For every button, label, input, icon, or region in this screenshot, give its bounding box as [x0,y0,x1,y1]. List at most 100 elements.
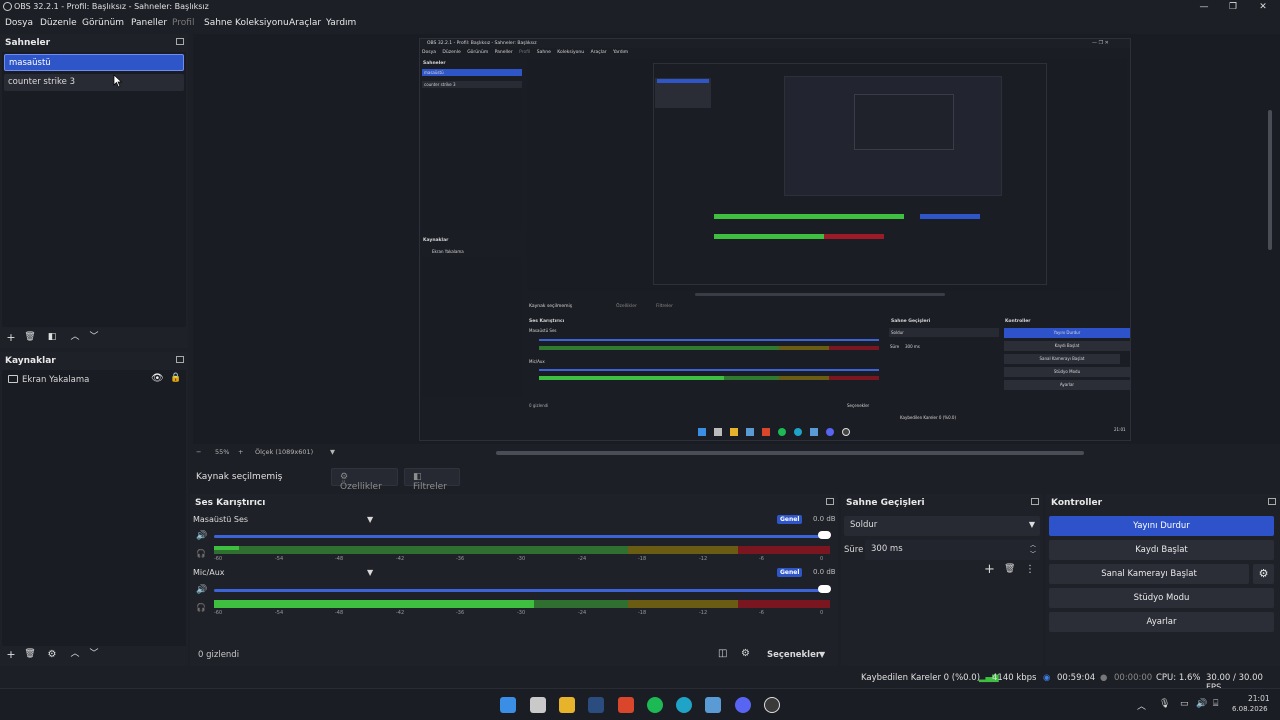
remove-transition-icon[interactable]: 🗑 [1004,564,1015,574]
start-recording-button[interactable]: Kaydı Başlat [1049,540,1274,560]
volume-slider[interactable] [214,589,826,592]
transition-menu-icon[interactable]: ⋮ [1025,564,1035,575]
volume-icon[interactable]: 🔊 [1196,699,1207,709]
menu-profile[interactable]: Profil [172,18,194,28]
settings-button[interactable]: Ayarlar [1049,612,1274,632]
windows-start-icon[interactable] [500,697,516,713]
chevron-down-icon[interactable]: ▼ [367,515,373,524]
network-icon[interactable]: ⌸ [1213,699,1218,709]
float-dock-icon[interactable] [1268,498,1276,505]
scale-mode-select[interactable]: Ölçek (1089x601) [255,448,313,456]
float-dock-icon[interactable] [826,498,834,505]
chevron-down-icon[interactable]: ▼ [330,448,335,456]
capture-control: Stüdyo Modu [1004,367,1130,377]
menu-bar: Dosya Düzenle Görünüm Paneller Profil Sa… [0,15,1280,32]
add-transition-icon[interactable]: + [984,562,995,577]
remove-scene-icon[interactable]: 🗑 [23,331,37,345]
speaker-icon[interactable]: 🔊 [196,585,207,595]
source-item-ekran-yakalama[interactable]: Ekran Yakalama 👁 🔒 [4,372,184,388]
properties-button[interactable]: ⚙ Özellikler [331,468,398,492]
float-dock-icon[interactable] [176,38,184,45]
file-explorer-icon[interactable] [559,697,575,713]
float-dock-icon[interactable] [1031,498,1039,505]
menu-view[interactable]: Görünüm [82,18,124,28]
stop-streaming-button[interactable]: Yayını Durdur [1049,516,1274,536]
spin-up-icon[interactable]: ︿ [1030,540,1036,549]
float-dock-icon[interactable] [176,356,184,363]
start-virtual-camera-button[interactable]: Sanal Kamerayı Başlat [1049,564,1249,584]
zoom-out-icon[interactable]: − [196,448,201,456]
menu-help[interactable]: Yardım [326,18,356,28]
spotify-icon[interactable] [647,697,663,713]
add-scene-icon[interactable]: + [4,331,18,345]
mixer-title: Ses Karıştırıcı [195,498,266,508]
meter-yellow-zone [628,600,738,608]
menu-scene-collection[interactable]: Sahne Koleksiyonu [204,18,289,28]
scenes-dock: Sahneler masaüstü counter strike 3 + 🗑 ◧… [0,34,188,348]
record-time: 00:00:00 [1114,673,1153,683]
duration-label: Süre [844,545,864,555]
brave-browser-icon[interactable] [618,697,634,713]
task-view-icon[interactable] [530,697,546,713]
capture-no-source: Kaynak seçilmemiş [529,304,573,309]
duration-spinbox[interactable]: 300 ms ︿ ﹀ [865,540,1040,560]
clock-time[interactable]: 21:01 [1248,694,1270,703]
menu-file[interactable]: Dosya [5,18,33,28]
capture-window-controls-icon: — ❐ ✕ [1092,40,1109,46]
microphone-icon[interactable]: 🎙 [1159,699,1170,709]
transitions-title: Sahne Geçişleri [846,498,925,508]
move-scene-down-icon[interactable]: ﹀ [87,331,101,345]
sources-dock: Kaynaklar Ekran Yakalama 👁 🔒 + 🗑 ⚙ ︿ ﹀ [0,352,188,666]
menu-edit[interactable]: Düzenle [40,18,77,28]
discord-icon[interactable] [735,697,751,713]
properties-label: Özellikler [340,482,382,492]
filters-button[interactable]: ◧ Filtreler [404,468,460,492]
meter-tick-label: -36 [456,556,465,562]
volume-slider-handle[interactable] [818,531,831,539]
preview-horizontal-scrollbar[interactable] [496,451,1084,455]
options-button[interactable]: Seçenekler [767,650,820,660]
track-badge: Genel [777,515,803,524]
advanced-audio-icon[interactable]: ⚙ [741,648,750,659]
capture-track-1: Masaüstü Ses [529,328,557,333]
maximize-icon[interactable]: ❐ [1218,0,1248,15]
move-scene-up-icon[interactable]: ︿ [68,331,82,345]
obs-studio-icon[interactable] [764,697,780,713]
headphones-icon[interactable]: 🎧 [196,549,206,558]
stream-time: 00:59:04 [1057,673,1096,683]
capture-hidden: 0 gizlendi [529,403,549,408]
minimize-icon[interactable]: — [1189,0,1219,15]
volume-slider[interactable] [214,535,826,538]
scene-item-masaustu[interactable]: masaüstü [4,54,184,71]
chevron-down-icon[interactable]: ▼ [367,568,373,577]
layout-toggle-icon[interactable]: ◫ [718,648,727,659]
dropped-frames: Kaybedilen Kareler 0 (%0.0) [861,673,981,683]
menu-docks[interactable]: Paneller [131,18,167,28]
meter-tick-label: -24 [578,610,587,616]
menu-tools[interactable]: Araçlar [289,18,321,28]
headphones-icon[interactable]: 🎧 [196,603,206,612]
close-icon[interactable]: ✕ [1248,0,1278,15]
preview-vertical-scrollbar[interactable] [1268,110,1272,250]
chevron-down-icon[interactable]: ▼ [819,650,825,659]
clock-date[interactable]: 6.08.2026 [1232,705,1268,713]
lock-icon[interactable]: 🔒 [170,373,181,383]
zoom-in-icon[interactable]: + [238,448,243,456]
system-tray-chevron-icon[interactable]: ︿ [1137,699,1146,712]
steam-icon[interactable] [588,697,604,713]
volume-slider-handle[interactable] [818,585,831,593]
spin-down-icon[interactable]: ﹀ [1030,549,1036,558]
studio-mode-button[interactable]: Stüdyo Modu [1049,588,1274,608]
meter-tick-label: -12 [699,610,708,616]
virtual-camera-settings-icon[interactable]: ⚙ [1253,564,1274,584]
transition-select[interactable]: Soldur ▼ [844,516,1040,536]
steam-icon[interactable] [705,697,721,713]
scene-filters-icon[interactable]: ◧ [45,331,59,345]
edge-browser-icon[interactable] [676,697,692,713]
filter-icon: ◧ [413,472,422,482]
visibility-eye-icon[interactable]: 👁 [151,373,164,384]
scene-item-counter-strike-3[interactable]: counter strike 3 [4,74,184,91]
duration-value: 300 ms [871,544,903,554]
speaker-icon[interactable]: 🔊 [196,531,207,541]
battery-icon[interactable]: ▭ [1180,699,1189,709]
